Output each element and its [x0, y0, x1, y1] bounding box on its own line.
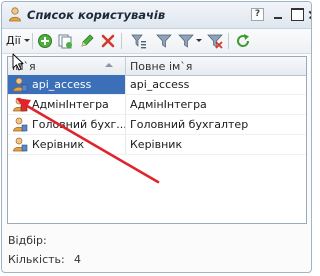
table-row[interactable]: Керівник Керівник	[8, 135, 306, 155]
users-table: Ім`я Повне ім`я api_access api_access Ад…	[7, 56, 307, 224]
cell-full-name[interactable]: Керівник	[126, 135, 306, 154]
filter-settings-icon[interactable]	[131, 33, 147, 49]
copy-icon[interactable]	[57, 33, 73, 49]
selection-label: Відбір:	[8, 234, 47, 247]
table-row[interactable]: Головний бухг... Головний бухгалтер	[8, 115, 306, 135]
user-icon	[13, 117, 28, 132]
user-full-name: Керівник	[130, 138, 183, 151]
close-button[interactable]	[307, 8, 311, 21]
user-full-name: api_access	[130, 78, 190, 91]
delete-icon[interactable]	[100, 33, 116, 49]
refresh-icon[interactable]	[235, 33, 251, 49]
user-icon	[13, 77, 28, 92]
table-header: Ім`я Повне ім`я	[8, 57, 306, 76]
cell-name[interactable]: Керівник	[8, 135, 126, 154]
cell-full-name[interactable]: АдмінІнтегра	[126, 95, 306, 114]
cell-full-name[interactable]: api_access	[126, 75, 306, 94]
user-admin-icon	[13, 97, 28, 112]
toolbar: Дії	[2, 29, 311, 54]
count-value: 4	[74, 253, 81, 266]
title-bar: Список користувачів ?	[2, 2, 311, 29]
add-icon[interactable]	[37, 33, 53, 49]
table-row[interactable]: АдмінІнтегра АдмінІнтегра	[8, 95, 306, 115]
user-name: АдмінІнтегра	[32, 98, 109, 111]
column-header-name[interactable]: Ім`я	[8, 57, 126, 75]
user-full-name: Головний бухгалтер	[130, 118, 249, 131]
actions-dropdown-icon	[24, 39, 30, 42]
cell-name[interactable]: api_access	[8, 75, 126, 94]
users-list-window: Список користувачів ? Дії Ім`я Повне ім`…	[1, 1, 312, 273]
maximize-button[interactable]	[291, 8, 304, 21]
minimize-button[interactable]	[272, 8, 285, 21]
user-name: api_access	[32, 78, 92, 91]
filter-dropdown-icon[interactable]	[178, 33, 194, 49]
actions-menu-button[interactable]: Дії	[6, 34, 21, 47]
user-name: Головний бухг...	[32, 118, 126, 131]
help-button[interactable]: ?	[251, 8, 264, 21]
filter-icon[interactable]	[156, 33, 172, 49]
user-icon	[13, 137, 28, 152]
column-header-name-label: Ім`я	[12, 60, 36, 73]
users-app-icon	[9, 7, 21, 22]
toolbar-separator	[121, 33, 122, 49]
edit-pencil-icon[interactable]	[79, 33, 95, 49]
column-header-full-name[interactable]: Повне ім`я	[126, 57, 306, 75]
toolbar-separator	[32, 33, 33, 49]
cell-name[interactable]: АдмінІнтегра	[8, 95, 126, 114]
filter-dropdown-arrow-icon[interactable]	[196, 39, 202, 42]
window-title: Список користувачів	[27, 8, 166, 22]
table-row[interactable]: api_access api_access	[8, 75, 306, 95]
column-header-full-name-label: Повне ім`я	[130, 60, 193, 73]
user-name: Керівник	[32, 138, 85, 151]
sort-ascending-icon	[105, 63, 113, 67]
toolbar-separator	[228, 33, 229, 49]
cell-name[interactable]: Головний бухг...	[8, 115, 126, 134]
clear-filter-icon[interactable]	[207, 33, 223, 49]
user-full-name: АдмінІнтегра	[130, 98, 207, 111]
count-label: Кількість:	[8, 253, 65, 266]
cell-full-name[interactable]: Головний бухгалтер	[126, 115, 306, 134]
actions-menu-label: Дії	[6, 34, 21, 47]
